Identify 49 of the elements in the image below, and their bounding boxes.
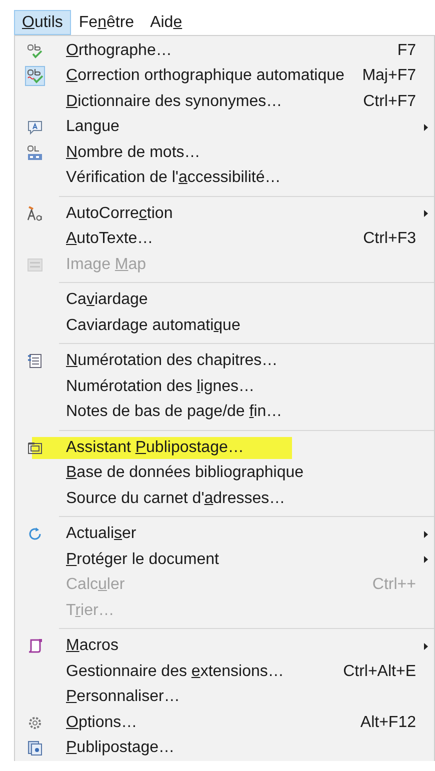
submenu-arrow-icon (424, 530, 428, 538)
menu-item[interactable]: Caviardage (15, 288, 434, 313)
menu-item[interactable]: Protéger le document (15, 547, 434, 572)
shortcut-label: Ctrl+F7 (363, 92, 417, 111)
spellcheck-icon (27, 42, 43, 59)
menu-item[interactable]: Notes de bas de page/de fin… (15, 400, 434, 425)
menu-item[interactable]: AutoCorrection (15, 201, 434, 226)
menu-item[interactable]: Orthographe… F7 (15, 38, 434, 64)
menu-item[interactable]: Base de données bibliographique (15, 460, 434, 486)
numbered-list-icon (27, 353, 43, 370)
shortcut-label: F7 (397, 42, 417, 60)
speech-bubble-icon (27, 119, 43, 136)
menu-item[interactable]: Correction orthographique automatique Maj+F7 (15, 64, 434, 89)
submenu-arrow-icon (424, 124, 428, 131)
menu-item[interactable]: Gestionnaire des extensions… Ctrl+Alt+E (15, 659, 434, 684)
menu-item[interactable]: Langue (15, 114, 434, 140)
menu-item[interactable]: Personnaliser… (15, 684, 434, 710)
menu-item[interactable]: Source du carnet d'adresses… (15, 486, 434, 512)
autocorrect-icon (27, 206, 43, 222)
document-icon (27, 740, 43, 756)
settings-icon (27, 714, 43, 731)
shortcut-label: Maj+F7 (362, 67, 417, 86)
folder-icon (27, 440, 43, 456)
menu-item[interactable]: Publipostage… (15, 736, 434, 761)
submenu-arrow-icon (424, 210, 428, 218)
menu-item[interactable]: AutoTexte… Ctrl+F3 (15, 226, 434, 252)
submenu-arrow-icon (424, 642, 428, 650)
menu-bar-item[interactable]: Outils (14, 10, 71, 35)
refresh-icon (27, 526, 43, 542)
menu-item[interactable]: Numérotation des chapitres… (15, 348, 434, 374)
shortcut-label: Ctrl+Alt+E (343, 662, 417, 681)
image-icon (27, 256, 43, 273)
menu-item[interactable]: Options… Alt+F12 (15, 710, 434, 736)
menu-bar-item[interactable]: Fenêtre (70, 10, 142, 35)
word-count-icon (27, 144, 43, 161)
menu-item[interactable]: Nombre de mots… (15, 140, 434, 166)
menu-bar-item[interactable]: Aide (142, 10, 190, 35)
menu-item[interactable]: Numérotation des lignes… (15, 374, 434, 400)
shortcut-label: Alt+F12 (360, 714, 417, 732)
scroll-icon (27, 638, 43, 654)
shortcut-label: Ctrl+F3 (363, 230, 417, 248)
menu-item[interactable]: Actualiser (15, 522, 434, 547)
shortcut-label: Ctrl++ (372, 576, 417, 594)
menu-item[interactable]: Caviardage automatique (15, 313, 434, 338)
menu-item[interactable]: Vérification de l'accessibilité… (15, 166, 434, 191)
submenu-arrow-icon (424, 556, 428, 564)
menu-item[interactable]: Dictionnaire des synonymes… Ctrl+F7 (15, 89, 434, 114)
spellcheck-icon (27, 68, 43, 84)
menu-item[interactable]: Macros (15, 634, 434, 659)
